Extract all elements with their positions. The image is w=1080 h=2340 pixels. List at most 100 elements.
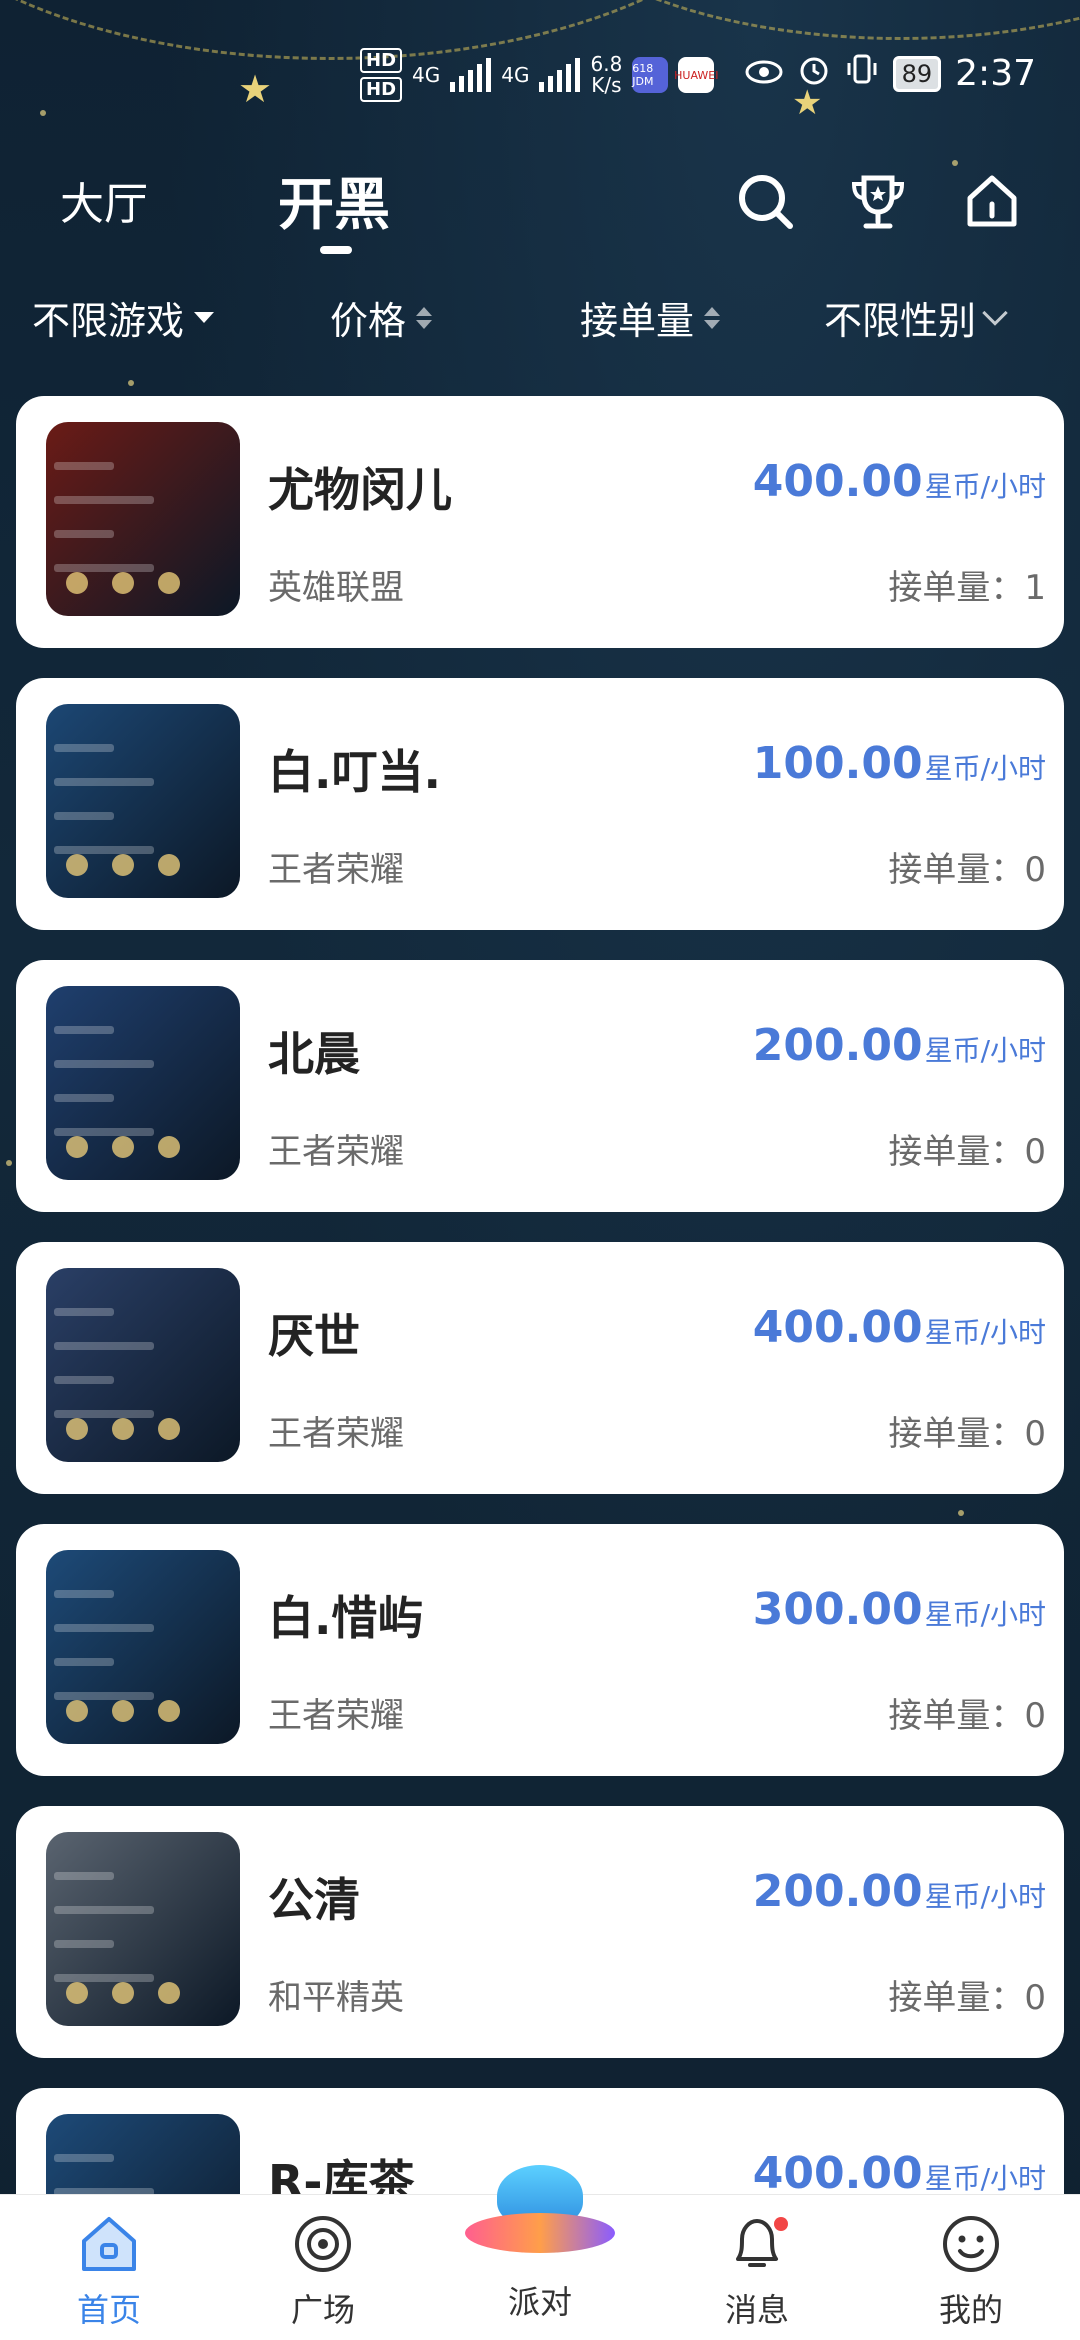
alarm-icon: [797, 52, 831, 95]
player-list[interactable]: 尤物闵儿 英雄联盟 400.00 星币/小时 接单量：1 白.叮当. 王者荣耀 …: [16, 396, 1064, 2196]
thumbnail-detail: [54, 564, 154, 572]
top-header: 大厅 开黑: [0, 140, 1080, 270]
nav-square-label: 广场: [290, 2291, 355, 2329]
filter-game[interactable]: 不限游戏: [32, 290, 215, 345]
nav-square[interactable]: 广场: [248, 2211, 398, 2331]
price-unit: 星币/小时: [924, 1598, 1046, 1631]
thumbnail-badge: [158, 1418, 180, 1440]
thumbnail-badge: [112, 1700, 134, 1722]
thumbnail-detail: [54, 1658, 114, 1666]
thumbnail-detail: [54, 778, 154, 786]
price-unit: 星币/小时: [924, 1034, 1046, 1067]
filter-bar: 不限游戏 价格 接单量 不限性别: [0, 290, 1080, 350]
order-count-value: 0: [1024, 1132, 1046, 1172]
price-value: 300.00: [752, 1584, 923, 1635]
decorative-dot: [6, 1160, 12, 1166]
thumbnail-detail: [54, 1624, 154, 1632]
order-count-value: 0: [1024, 1696, 1046, 1736]
thumbnail-detail: [54, 1342, 154, 1350]
thumbnail-badge: [158, 1136, 180, 1158]
player-price: 400.00 星币/小时: [753, 2148, 1046, 2196]
price-value: 200.00: [752, 1020, 923, 1071]
thumbnail-detail: [54, 744, 114, 752]
player-price: 300.00 星币/小时: [753, 1584, 1046, 1635]
nav-home-label: 首页: [76, 2291, 141, 2329]
price-value: 400.00: [752, 456, 923, 507]
price-unit: 星币/小时: [924, 470, 1046, 503]
order-count-label: 接单量：: [888, 1978, 1025, 2018]
decorative-dot: [128, 380, 134, 386]
thumbnail-detail: [54, 1590, 114, 1598]
order-count-label: 接单量：: [888, 568, 1025, 608]
thumbnail-badge: [112, 1982, 134, 2004]
thumbnail-badge: [66, 1418, 88, 1440]
search-icon[interactable]: [734, 170, 798, 234]
player-card[interactable]: 白.惜屿 王者荣耀 300.00 星币/小时 接单量：0: [16, 1524, 1064, 1776]
thumbnail-detail: [54, 1872, 114, 1880]
player-name: 公清: [268, 1873, 360, 1927]
clock: 2:37: [955, 53, 1036, 94]
tab-hall[interactable]: 大厅: [60, 168, 148, 232]
player-game: 和平精英: [268, 1978, 404, 2018]
thumbnail-badge: [158, 1982, 180, 2004]
trophy-icon[interactable]: [846, 170, 910, 234]
chevron-down-icon: [982, 299, 1008, 326]
price-value: 400.00: [752, 1302, 923, 1353]
order-count-value: 0: [1024, 1414, 1046, 1454]
square-icon: [295, 2216, 351, 2272]
filter-orders[interactable]: 接单量: [580, 290, 721, 345]
hd-indicator: HD HD: [360, 48, 403, 102]
bottom-nav: 首页 广场 派对 消息 我的: [0, 2165, 1080, 2340]
nav-messages[interactable]: 消息: [682, 2211, 832, 2331]
order-count: 接单量：0: [888, 842, 1046, 891]
player-thumbnail: [46, 704, 240, 898]
nav-mine-label: 我的: [938, 2291, 1003, 2329]
hd-badge-1: HD: [360, 48, 403, 73]
player-price: 400.00 星币/小时: [753, 1302, 1046, 1353]
player-card[interactable]: 公清 和平精英 200.00 星币/小时 接单量：0: [16, 1806, 1064, 2058]
player-card[interactable]: 厌世 王者荣耀 400.00 星币/小时 接单量：0: [16, 1242, 1064, 1494]
status-bar: HD HD 4G 4G 6.8 K/s 618 JDM HUAWEI 89 2:…: [0, 0, 1080, 140]
player-name: 尤物闵儿: [268, 463, 452, 517]
thumbnail-detail: [54, 1094, 114, 1102]
price-unit: 星币/小时: [924, 752, 1046, 785]
network-type-1: 4G: [412, 63, 441, 87]
eye-icon: [745, 54, 783, 94]
thumbnail-badge: [66, 1982, 88, 2004]
network-speed-value: 6.8: [590, 52, 623, 76]
nav-party-label: 派对: [507, 2283, 572, 2321]
player-game: 王者荣耀: [268, 1132, 404, 1172]
thumbnail-badge: [112, 854, 134, 876]
order-count-value: 0: [1024, 1978, 1046, 2018]
nav-party[interactable]: 派对: [465, 2165, 615, 2321]
nav-mine[interactable]: 我的: [896, 2211, 1046, 2331]
thumbnail-badge: [66, 1136, 88, 1158]
player-name: 白.惜屿: [268, 1591, 424, 1645]
order-count-label: 接单量：: [888, 1414, 1025, 1454]
nav-home[interactable]: 首页: [34, 2211, 184, 2331]
player-thumbnail: [46, 1268, 240, 1462]
thumbnail-badge: [112, 1136, 134, 1158]
thumbnail-badge: [112, 572, 134, 594]
ufo-ring: [465, 2213, 615, 2253]
order-count: 接单量：1: [888, 560, 1046, 609]
player-price: 100.00 星币/小时: [753, 738, 1046, 789]
player-game: 王者荣耀: [268, 1414, 404, 1454]
thumbnail-detail: [54, 812, 114, 820]
player-thumbnail: [46, 2114, 240, 2196]
player-game: 王者荣耀: [268, 850, 404, 890]
tab-kaihei[interactable]: 开黑: [278, 160, 390, 241]
sort-icon: [416, 306, 433, 329]
filter-price[interactable]: 价格: [330, 290, 433, 345]
player-game: 王者荣耀: [268, 1696, 404, 1736]
thumbnail-detail: [54, 1974, 154, 1982]
player-card[interactable]: 尤物闵儿 英雄联盟 400.00 星币/小时 接单量：1: [16, 396, 1064, 648]
player-card[interactable]: 白.叮当. 王者荣耀 100.00 星币/小时 接单量：0: [16, 678, 1064, 930]
home-icon[interactable]: [960, 170, 1024, 234]
thumbnail-detail: [54, 1308, 114, 1316]
thumbnail-detail: [54, 1060, 154, 1068]
order-count: 接单量：0: [888, 1124, 1046, 1173]
player-card[interactable]: 北晨 王者荣耀 200.00 星币/小时 接单量：0: [16, 960, 1064, 1212]
order-count-label: 接单量：: [888, 1696, 1025, 1736]
filter-gender[interactable]: 不限性别: [824, 290, 1008, 345]
